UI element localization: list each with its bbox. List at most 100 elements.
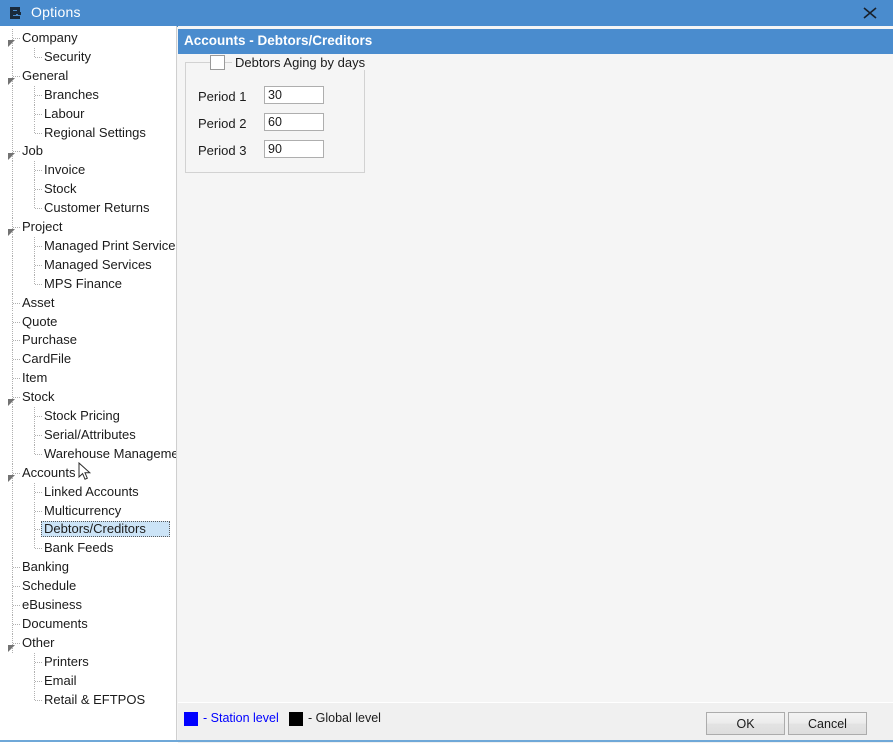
period-1-label: Period 1 [198,89,247,104]
tree-guide-line [35,491,43,493]
sidebar-item-linked-accounts[interactable]: Linked Accounts [0,482,176,502]
sidebar-item-stock[interactable]: Stock [0,388,176,407]
sidebar-item-label: Asset [22,294,55,310]
sidebar-item-item[interactable]: Item [0,369,176,389]
sidebar-item-other[interactable]: Other [0,633,176,653]
tree-guide-line [35,283,43,285]
tree-guide-line [35,699,43,701]
period-2-label: Period 2 [198,116,247,131]
expander-collapse-icon[interactable] [7,73,16,85]
sidebar-item-purchase[interactable]: Purchase [0,331,176,351]
tree-guide-line [12,501,13,521]
sidebar-item-label: Item [22,370,48,386]
sidebar-item-label: Serial/Attributes [44,426,136,442]
tree-guide-line [35,245,43,247]
ok-button[interactable]: OK [706,712,785,735]
station-level-swatch [184,712,198,726]
sidebar-item-label: Email [44,672,77,688]
sidebar-item-label: Stock [44,181,77,197]
sidebar-item-accounts[interactable]: Accounts [0,463,176,483]
sidebar-item-label: Stock [22,389,55,405]
tree-guide-line [35,548,43,550]
expander-collapse-icon[interactable] [7,148,16,161]
sidebar-item-labour[interactable]: Labour [0,104,176,124]
tree-guide-line [13,605,21,606]
sidebar-item-label: Retail & EFTPOS [44,691,146,707]
cancel-button[interactable]: Cancel [788,712,867,735]
section-title: Accounts - Debtors/Creditors [184,33,373,48]
sidebar-item-serial-attributes[interactable]: Serial/Attributes [0,425,176,445]
sidebar-item-job[interactable]: Job [0,142,176,162]
global-level-swatch [289,712,303,726]
sidebar-item-label: Purchase [22,332,77,348]
sidebar-item-label: Linked Accounts [44,483,139,499]
sidebar-item-company[interactable]: Company [0,29,176,48]
sidebar-item-project[interactable]: Project [0,218,176,237]
expander-collapse-icon[interactable] [7,224,16,236]
sidebar-item-mps-finance[interactable]: MPS Finance [0,274,176,294]
sidebar-item-managed-print-services[interactable]: Managed Print Services [0,236,177,256]
sidebar-item-stock-pricing[interactable]: Stock Pricing [0,407,176,426]
tree-guide-line [12,520,13,540]
sidebar-item-warehouse-management[interactable]: Warehouse Management [0,444,176,464]
expander-collapse-icon[interactable] [7,470,16,482]
tree-guide-line [12,255,13,275]
sidebar-item-label: Schedule [22,578,77,594]
tree-guide-line [35,113,43,115]
expander-collapse-icon[interactable] [7,35,16,47]
sidebar-item-banking[interactable]: Banking [0,558,176,578]
sidebar-item-cardfile[interactable]: CardFile [0,350,176,370]
sidebar-item-label: Documents [22,615,88,631]
sidebar-item-invoice[interactable]: Invoice [0,161,176,181]
tree-guide-line [12,104,13,124]
sidebar-item-label: Accounts [22,464,76,480]
sidebar-item-customer-returns[interactable]: Customer Returns [0,199,176,218]
debtors-aging-label: Debtors Aging by days [232,55,369,70]
period-3-input[interactable] [264,140,324,158]
sidebar-item-security[interactable]: Security [0,47,176,67]
tree-guide-line [12,199,13,218]
tree-guide-line [13,302,21,304]
sidebar-item-branches[interactable]: Branches [0,85,176,105]
tree-guide-line [13,378,21,380]
sidebar-item-printers[interactable]: Printers [0,652,176,672]
debtors-aging-checkbox[interactable] [210,55,225,70]
sidebar-item-ebusiness[interactable]: eBusiness [0,596,176,615]
sidebar-item-multicurrency[interactable]: Multicurrency [0,501,176,521]
sidebar-item-regional-settings[interactable]: Regional Settings [0,123,176,143]
sidebar-item-label: Managed Print Services [44,237,177,253]
sidebar-item-stock[interactable]: Stock [0,180,176,200]
sidebar-item-general[interactable]: General [0,66,176,86]
sidebar-item-retail-eftpos[interactable]: Retail & EFTPOS [0,690,176,710]
tree-guide-line [35,170,43,172]
expander-collapse-icon[interactable] [7,394,16,407]
sidebar-item-email[interactable]: Email [0,671,176,691]
tree-guide-line [13,586,21,588]
sidebar-item-asset[interactable]: Asset [0,293,176,313]
tree-guide-line [13,321,21,323]
sidebar-item-debtors-creditors[interactable]: Debtors/Creditors [0,520,176,540]
sidebar-item-label: MPS Finance [44,275,123,291]
sidebar-item-label: Company [22,30,78,45]
period-1-input[interactable] [264,86,324,104]
tree-guide-line [12,47,13,67]
tree-guide-line [13,359,21,361]
close-icon[interactable] [847,0,893,26]
sidebar-item-bank-feeds[interactable]: Bank Feeds [0,539,176,559]
tree-guide-line [35,56,43,58]
tree-guide-line [12,407,13,426]
options-category-tree[interactable]: Company Security General Branches Labour Regi… [0,26,177,742]
sidebar-item-documents[interactable]: Documents [0,614,176,634]
sidebar-item-label: General [22,67,69,83]
tree-guide-line [12,274,13,294]
expander-collapse-icon[interactable] [7,640,16,652]
sidebar-item-label: Debtors/Creditors [44,521,146,537]
tree-guide-line [12,161,13,181]
sidebar-item-managed-services[interactable]: Managed Services [0,255,176,275]
sidebar-item-label: Project [22,219,63,234]
tree-guide-line [12,444,13,464]
sidebar-item-schedule[interactable]: Schedule [0,577,176,596]
sidebar-item-quote[interactable]: Quote [0,312,176,332]
period-2-input[interactable] [264,113,324,131]
tree-guide-line [12,539,13,559]
